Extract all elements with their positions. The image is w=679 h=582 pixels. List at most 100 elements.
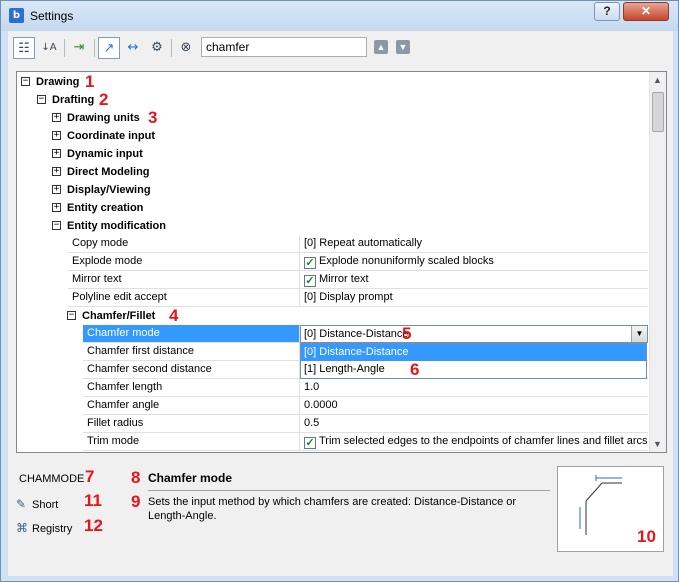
- description-panel: CHAMMODE 7 8 Chamfer mode 9 Sets the inp…: [8, 459, 673, 576]
- property-value[interactable]: [0] Repeat automatically: [300, 235, 648, 253]
- property-name: Mirror text: [68, 271, 300, 289]
- callout-marker: 10: [637, 527, 656, 546]
- divider: [148, 490, 550, 491]
- property-row-chamfer-mode[interactable]: Chamfer mode [0] Distance-Distance 5 ▼: [83, 325, 648, 343]
- toolbar-separator: [64, 39, 65, 57]
- app-settings-icon[interactable]: ↗: [98, 37, 120, 59]
- property-value[interactable]: 0.0000: [300, 397, 648, 415]
- registry-label: Registry: [32, 523, 73, 535]
- property-row-mirror-text[interactable]: Mirror text ✓ Mirror text: [68, 271, 648, 289]
- callout-marker: 1: [85, 72, 95, 91]
- expand-icon[interactable]: +: [52, 167, 61, 176]
- property-value[interactable]: ✓ Mirror text: [300, 271, 648, 289]
- property-value[interactable]: 0.5: [300, 415, 648, 433]
- scrollbar-thumb[interactable]: [652, 92, 664, 132]
- search-previous-button[interactable]: ▲: [374, 40, 388, 54]
- property-row-trim-mode[interactable]: Trim mode ✓ Trim selected edges to the en…: [83, 433, 648, 451]
- sort-alphabetical-icon[interactable]: ↓A: [38, 37, 60, 59]
- search-next-button[interactable]: ▼: [396, 40, 410, 54]
- dropdown-option[interactable]: [1] Length-Angle 6: [301, 360, 646, 379]
- tree-node-label: Chamfer/Fillet: [82, 310, 156, 322]
- property-name: Trim mode: [83, 433, 300, 451]
- property-name: Chamfer length: [83, 379, 300, 397]
- expand-icon[interactable]: +: [52, 149, 61, 158]
- system-variable-name: CHAMMODE: [19, 473, 84, 485]
- expand-icon[interactable]: +: [52, 203, 61, 212]
- chamfer-mode-select[interactable]: [0] Distance-Distance 5 ▼: [300, 325, 648, 343]
- export-icon[interactable]: ⇥: [68, 37, 90, 59]
- property-value[interactable]: ✓ Trim selected edges to the endpoints of…: [300, 433, 648, 451]
- close-button[interactable]: ✕: [623, 2, 669, 21]
- short-description-link[interactable]: ✎ Short: [16, 497, 58, 511]
- property-row-explode-mode[interactable]: Explode mode ✓ Explode nonuniformly scale…: [68, 253, 648, 271]
- settings-window: b Settings ? ✕ ☷ ↓A ⇥ ↗ ↔ ⚙ ⊗ chamfer ▲ …: [0, 0, 679, 582]
- checkbox-label: Explode nonuniformly scaled blocks: [319, 255, 494, 267]
- title-bar: b Settings ? ✕: [1, 1, 678, 31]
- description-title: Chamfer mode: [148, 471, 233, 485]
- callout-marker: 12: [84, 516, 103, 535]
- option-label: [1] Length-Angle: [304, 363, 385, 375]
- callout-marker: 11: [84, 491, 102, 510]
- variable-label: CHAMMODE: [19, 473, 85, 485]
- property-name: Chamfer angle: [83, 397, 300, 415]
- collapse-icon[interactable]: −: [37, 95, 46, 104]
- gear-settings-icon[interactable]: ⚙: [146, 37, 168, 59]
- callout-marker: 6: [410, 360, 420, 379]
- property-name: Chamfer mode: [83, 325, 300, 343]
- expand-icon[interactable]: +: [52, 113, 61, 122]
- checkbox-checked[interactable]: ✓: [304, 437, 316, 449]
- binoculars-search-icon[interactable]: ⊗: [175, 37, 197, 59]
- checkbox-checked[interactable]: ✓: [304, 275, 316, 287]
- help-button[interactable]: ?: [594, 2, 620, 21]
- callout-marker: 5: [402, 324, 412, 343]
- tree-node-label: Coordinate input: [67, 130, 155, 142]
- tree-node-label: Direct Modeling: [67, 166, 150, 178]
- toolbar-separator: [94, 39, 95, 57]
- callout-marker: 4: [169, 306, 179, 325]
- vertical-scrollbar[interactable]: ▲ ▼: [649, 72, 666, 452]
- checkbox-label: Mirror text: [319, 273, 369, 285]
- property-name: Fillet radius: [83, 415, 300, 433]
- property-name: Explode mode: [68, 253, 300, 271]
- scroll-up-icon[interactable]: ▲: [653, 75, 662, 85]
- categorized-view-icon[interactable]: ☷: [13, 37, 35, 59]
- tree-node-label: Drafting: [52, 94, 95, 106]
- expand-icon[interactable]: +: [52, 185, 61, 194]
- tree-node-label: Display/Viewing: [67, 184, 151, 196]
- tree-node-label: Entity creation: [67, 202, 144, 214]
- property-row-fillet-radius[interactable]: Fillet radius 0.5: [83, 415, 648, 433]
- toolbar: ☷ ↓A ⇥ ↗ ↔ ⚙ ⊗ chamfer ▲ ▼: [8, 31, 673, 67]
- short-info-icon: ✎: [16, 497, 27, 511]
- property-row-chamfer-length[interactable]: Chamfer length 1.0: [83, 379, 648, 397]
- property-name: Polyline edit accept: [68, 289, 300, 307]
- property-row-chamfer-angle[interactable]: Chamfer angle 0.0000: [83, 397, 648, 415]
- property-value[interactable]: 1.0: [300, 379, 648, 397]
- scroll-down-icon[interactable]: ▼: [653, 439, 662, 449]
- property-value[interactable]: ✓ Explode nonuniformly scaled blocks: [300, 253, 648, 271]
- property-value[interactable]: [0] Display prompt: [300, 289, 648, 307]
- tree-node-label: Entity modification: [67, 220, 166, 232]
- chevron-down-icon[interactable]: ▼: [631, 326, 647, 342]
- callout-marker: 9: [131, 492, 141, 511]
- collapse-icon[interactable]: −: [67, 311, 76, 320]
- dropdown-option[interactable]: [0] Distance-Distance: [301, 344, 646, 361]
- property-name: Copy mode: [68, 235, 300, 253]
- collapse-icon[interactable]: −: [21, 77, 30, 86]
- search-input[interactable]: chamfer: [201, 37, 367, 57]
- dialog-client-area: ☷ ↓A ⇥ ↗ ↔ ⚙ ⊗ chamfer ▲ ▼ − Drawing 1 −…: [8, 31, 673, 576]
- window-title: Settings: [30, 9, 74, 23]
- property-row-polyline-edit-accept[interactable]: Polyline edit accept [0] Display prompt: [68, 289, 648, 307]
- registry-link[interactable]: ⌘ Registry: [16, 521, 72, 535]
- short-label: Short: [32, 499, 59, 511]
- expand-icon[interactable]: +: [52, 131, 61, 140]
- property-row-copy-mode[interactable]: Copy mode [0] Repeat automatically: [68, 235, 648, 253]
- property-name: Chamfer second distance: [83, 361, 300, 379]
- callout-marker: 2: [99, 90, 109, 109]
- select-value: [0] Distance-Distance: [304, 328, 409, 340]
- dimension-icon[interactable]: ↔: [122, 37, 144, 59]
- checkbox-checked[interactable]: ✓: [304, 257, 316, 269]
- collapse-icon[interactable]: −: [52, 221, 61, 230]
- toolbar-separator: [171, 39, 172, 57]
- checkbox-label: Trim selected edges to the endpoints of …: [319, 435, 648, 447]
- registry-icon: ⌘: [16, 521, 28, 535]
